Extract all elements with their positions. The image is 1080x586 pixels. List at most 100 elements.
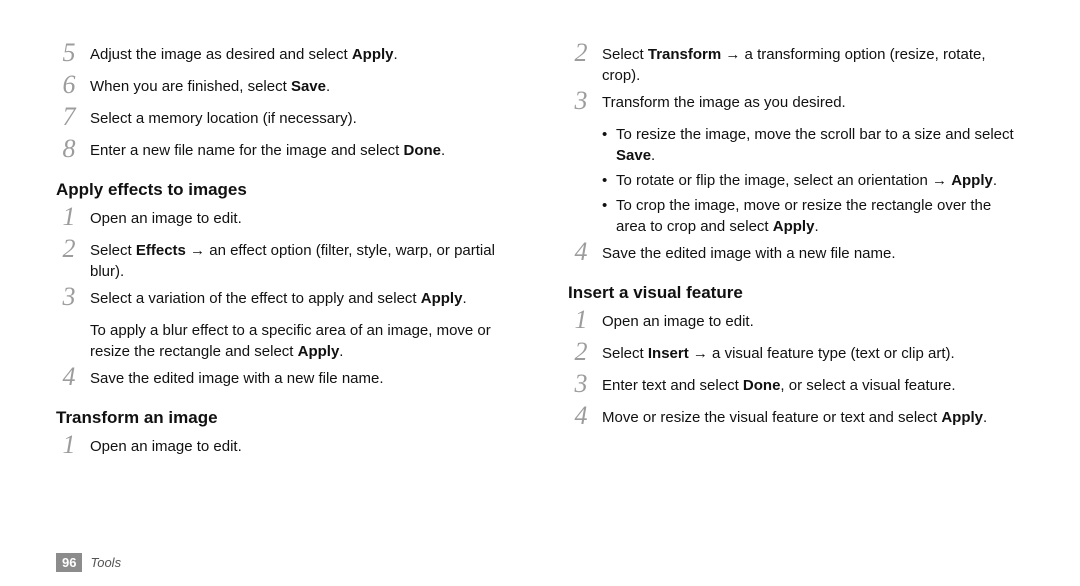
bullet-text: To crop the image, move or resize the re… bbox=[616, 195, 1024, 237]
transform-bullet-crop: • To crop the image, move or resize the … bbox=[602, 195, 1024, 237]
step-text: Move or resize the visual feature or tex… bbox=[602, 407, 987, 428]
text: To rotate or flip the image, select an o… bbox=[616, 172, 951, 189]
bold: Save bbox=[291, 78, 326, 95]
effects-step-3: 3 Select a variation of the effect to ap… bbox=[56, 288, 512, 314]
step-text: Enter text and select Done, or select a … bbox=[602, 375, 956, 396]
step-number: 1 bbox=[56, 204, 82, 230]
transform-step-3: 3 Transform the image as you desired. bbox=[568, 92, 1024, 118]
step-text: Open an image to edit. bbox=[90, 208, 242, 229]
text: Adjust the image as desired and select bbox=[90, 46, 352, 63]
text: Enter a new file name for the image and … bbox=[90, 142, 404, 159]
manual-page: 5 Adjust the image as desired and select… bbox=[0, 0, 1080, 586]
step-text: Select a memory location (if necessary). bbox=[90, 108, 357, 129]
section-insert-visual: Insert a visual feature bbox=[568, 283, 1024, 303]
section-apply-effects: Apply effects to images bbox=[56, 180, 512, 200]
text: When you are finished, select bbox=[90, 78, 291, 95]
effects-step-4: 4 Save the edited image with a new file … bbox=[56, 368, 512, 394]
bullet-icon: • bbox=[602, 124, 616, 166]
step-text: Transform the image as you desired. bbox=[602, 92, 846, 113]
step-number: 4 bbox=[56, 364, 82, 390]
step-6: 6 When you are finished, select Save. bbox=[56, 76, 512, 102]
bullet-icon: • bbox=[602, 170, 616, 191]
text: . bbox=[983, 409, 987, 426]
two-column-layout: 5 Adjust the image as desired and select… bbox=[56, 44, 1024, 586]
bold: Apply bbox=[773, 218, 815, 235]
text: To apply a blur effect to a specific are… bbox=[90, 322, 491, 360]
text: . bbox=[814, 218, 818, 235]
insert-step-4: 4 Move or resize the visual feature or t… bbox=[568, 407, 1024, 433]
insert-step-2: 2 Select Insert → a visual feature type … bbox=[568, 343, 1024, 369]
step-number: 1 bbox=[56, 432, 82, 458]
text: , or select a visual feature. bbox=[780, 377, 955, 394]
text: Select bbox=[602, 46, 648, 63]
bold: Apply bbox=[298, 343, 340, 360]
left-column: 5 Adjust the image as desired and select… bbox=[56, 44, 512, 586]
step-8: 8 Enter a new file name for the image an… bbox=[56, 140, 512, 166]
transform-step-1: 1 Open an image to edit. bbox=[56, 436, 512, 462]
step-7: 7 Select a memory location (if necessary… bbox=[56, 108, 512, 134]
step-text: Adjust the image as desired and select A… bbox=[90, 44, 398, 65]
insert-step-1: 1 Open an image to edit. bbox=[568, 311, 1024, 337]
step-text: Select Effects → an effect option (filte… bbox=[90, 240, 512, 282]
text: Select a variation of the effect to appl… bbox=[90, 290, 421, 307]
bold: Insert bbox=[648, 345, 689, 362]
step-text: Enter a new file name for the image and … bbox=[90, 140, 445, 161]
step-number: 2 bbox=[568, 40, 594, 66]
step-text: Select Transform → a transforming option… bbox=[602, 44, 1024, 86]
step-text: When you are finished, select Save. bbox=[90, 76, 330, 97]
bullet-icon: • bbox=[602, 195, 616, 237]
bold: Apply bbox=[951, 172, 993, 189]
bold: Apply bbox=[421, 290, 463, 307]
step-text: Open an image to edit. bbox=[602, 311, 754, 332]
bold: Apply bbox=[941, 409, 983, 426]
step-5: 5 Adjust the image as desired and select… bbox=[56, 44, 512, 70]
step-number: 4 bbox=[568, 403, 594, 429]
text: . bbox=[462, 290, 466, 307]
text: To resize the image, move the scroll bar… bbox=[616, 126, 1014, 143]
step-number: 4 bbox=[568, 239, 594, 265]
step-number: 2 bbox=[568, 339, 594, 365]
bold: Done bbox=[743, 377, 781, 394]
step-text: Select Insert → a visual feature type (t… bbox=[602, 343, 955, 364]
step-number: 7 bbox=[56, 104, 82, 130]
bold: Save bbox=[616, 147, 651, 164]
text: Move or resize the visual feature or tex… bbox=[602, 409, 941, 426]
step-number: 3 bbox=[56, 284, 82, 310]
step-text: Save the edited image with a new file na… bbox=[90, 368, 384, 389]
text: . bbox=[651, 147, 655, 164]
text: . bbox=[441, 142, 445, 159]
step-text: Open an image to edit. bbox=[90, 436, 242, 457]
bullet-text: To resize the image, move the scroll bar… bbox=[616, 124, 1024, 166]
transform-bullet-rotate: • To rotate or flip the image, select an… bbox=[602, 170, 1024, 191]
bold: Transform bbox=[648, 46, 721, 63]
text: Select bbox=[602, 345, 648, 362]
insert-step-3: 3 Enter text and select Done, or select … bbox=[568, 375, 1024, 401]
text: . bbox=[339, 343, 343, 360]
bullet-text: To rotate or flip the image, select an o… bbox=[616, 170, 1024, 191]
transform-step-4: 4 Save the edited image with a new file … bbox=[568, 243, 1024, 269]
step-number: 8 bbox=[56, 136, 82, 162]
step-number: 3 bbox=[568, 371, 594, 397]
step-number: 6 bbox=[56, 72, 82, 98]
text: Enter text and select bbox=[602, 377, 743, 394]
step-number: 5 bbox=[56, 40, 82, 66]
step-number: 2 bbox=[56, 236, 82, 262]
step-text: Save the edited image with a new file na… bbox=[602, 243, 896, 264]
text: → a visual feature type (text or clip ar… bbox=[689, 345, 955, 362]
bold: Effects bbox=[136, 242, 186, 259]
bold: Done bbox=[404, 142, 442, 159]
section-transform: Transform an image bbox=[56, 408, 512, 428]
right-column: 2 Select Transform → a transforming opti… bbox=[568, 44, 1024, 586]
page-footer: 96 Tools bbox=[56, 553, 121, 572]
step-number: 3 bbox=[568, 88, 594, 114]
footer-section: Tools bbox=[90, 555, 121, 570]
text: . bbox=[993, 172, 997, 189]
text: . bbox=[326, 78, 330, 95]
transform-bullet-resize: • To resize the image, move the scroll b… bbox=[602, 124, 1024, 166]
effects-step-1: 1 Open an image to edit. bbox=[56, 208, 512, 234]
step-number: 1 bbox=[568, 307, 594, 333]
effects-step-2: 2 Select Effects → an effect option (fil… bbox=[56, 240, 512, 282]
effects-step-3-note: To apply a blur effect to a specific are… bbox=[90, 320, 512, 362]
bold: Apply bbox=[352, 46, 394, 63]
page-number: 96 bbox=[56, 553, 82, 572]
